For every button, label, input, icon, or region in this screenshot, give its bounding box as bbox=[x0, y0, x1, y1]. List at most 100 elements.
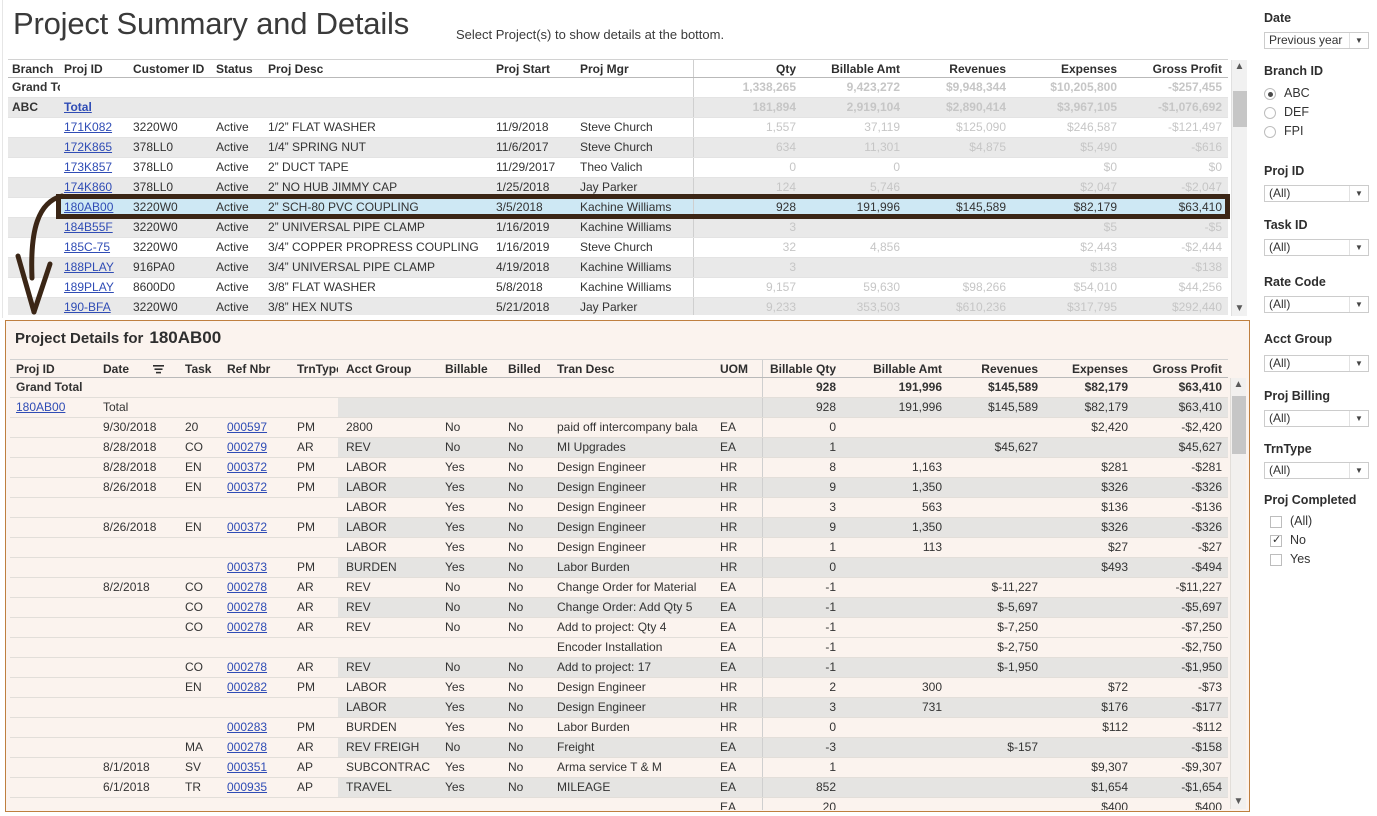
table-row[interactable]: 188PLAY916PA0Active3/4” UNIVERSAL PIPE C… bbox=[8, 258, 1228, 278]
table-row[interactable]: CO000278ARREVNoNoAdd to project: 17EA-1$… bbox=[10, 658, 1228, 678]
table-row[interactable]: 8/26/2018EN000372PMLABORYesNoDesign Engi… bbox=[10, 478, 1228, 498]
link-ref_nbr[interactable]: 000372 bbox=[227, 460, 267, 474]
column-header-tran_desc[interactable]: Tran Desc bbox=[552, 360, 712, 377]
chevron-down-icon[interactable]: ▼ bbox=[1349, 297, 1368, 312]
chevron-down-icon[interactable]: ▼ bbox=[1349, 463, 1368, 478]
filter-proj-completed-yes[interactable]: Yes bbox=[1270, 553, 1377, 568]
table-row[interactable]: 174K860378LL0Active2” NO HUB JIMMY CAP1/… bbox=[8, 178, 1228, 198]
filter-rate-code-select[interactable]: (All) ▼ bbox=[1264, 296, 1369, 313]
filter-proj-completed-all[interactable]: (All) bbox=[1270, 515, 1377, 530]
filter-branch-radio-def[interactable]: DEF bbox=[1264, 106, 1374, 121]
link-ref_nbr[interactable]: 000278 bbox=[227, 620, 267, 634]
column-header-trntype[interactable]: TrnType bbox=[290, 360, 338, 377]
filter-task-id-select[interactable]: (All) ▼ bbox=[1264, 239, 1369, 256]
column-header-gross_profit[interactable]: Gross Profit bbox=[1134, 360, 1228, 377]
link-ref_nbr[interactable]: 000278 bbox=[227, 580, 267, 594]
column-header-expenses[interactable]: Expenses bbox=[1044, 360, 1134, 377]
link-ref_nbr[interactable]: 000373 bbox=[227, 560, 267, 574]
table-row[interactable]: EN000282PMLABORYesNoDesign EngineerHR230… bbox=[10, 678, 1228, 698]
scroll-up-icon[interactable]: ▲ bbox=[1232, 60, 1247, 74]
link-proj_id[interactable]: 180AB00 bbox=[16, 400, 65, 414]
table-row[interactable]: 8/1/2018SV000351APSUBCONTRACYesNoArma se… bbox=[10, 758, 1228, 778]
scrollbar-thumb[interactable] bbox=[1232, 396, 1246, 454]
table-row[interactable]: 8/28/2018EN000372PMLABORYesNoDesign Engi… bbox=[10, 458, 1228, 478]
table-row[interactable]: 8/2/2018CO000278ARREVNoNoChange Order fo… bbox=[10, 578, 1228, 598]
column-header-qty[interactable]: Qty bbox=[693, 60, 802, 77]
link-proj_id[interactable]: 171K082 bbox=[64, 120, 112, 134]
column-header-proj_id[interactable]: Proj ID bbox=[10, 360, 100, 377]
filter-branch-radio-fpi[interactable]: FPI bbox=[1264, 125, 1374, 140]
link-ref_nbr[interactable]: 000278 bbox=[227, 600, 267, 614]
table-row[interactable]: 172K865378LL0Active1/4” SPRING NUT11/6/2… bbox=[8, 138, 1228, 158]
chevron-down-icon[interactable]: ▼ bbox=[1349, 356, 1368, 371]
filter-branch-radio-abc[interactable]: ABC bbox=[1264, 87, 1374, 102]
table-row[interactable]: Grand Total928191,996$145,589$82,179$63,… bbox=[10, 378, 1228, 398]
chevron-down-icon[interactable]: ▼ bbox=[1349, 33, 1368, 48]
table-row[interactable]: 8/28/2018CO000279ARREVNoNoMI UpgradesEA1… bbox=[10, 438, 1228, 458]
column-header-proj_mgr[interactable]: Proj Mgr bbox=[574, 60, 693, 77]
link-ref_nbr[interactable]: 000935 bbox=[227, 780, 267, 794]
summary-scrollbar[interactable]: ▲ ▼ bbox=[1231, 60, 1247, 316]
link-ref_nbr[interactable]: 000278 bbox=[227, 740, 267, 754]
link-ref_nbr[interactable]: 000372 bbox=[227, 520, 267, 534]
filter-acct-group-select[interactable]: (All) ▼ bbox=[1264, 355, 1369, 372]
column-header-status[interactable]: Status bbox=[212, 60, 264, 77]
table-row[interactable]: LABORYesNoDesign EngineerHR3731$176-$177 bbox=[10, 698, 1228, 718]
table-row[interactable]: 190-BFA3220W0Active3/8” HEX NUTS5/21/201… bbox=[8, 298, 1228, 315]
link-proj_id[interactable]: Total bbox=[64, 100, 92, 114]
column-header-task[interactable]: Task bbox=[178, 360, 222, 377]
column-header-billable_amt[interactable]: Billable Amt bbox=[802, 60, 906, 77]
table-row[interactable]: 189PLAY8600D0Active3/8” FLAT WASHER5/8/2… bbox=[8, 278, 1228, 298]
link-ref_nbr[interactable]: 000372 bbox=[227, 480, 267, 494]
table-row[interactable]: 180AB00Total928191,996$145,589$82,179$63… bbox=[10, 398, 1228, 418]
column-header-uom[interactable]: UOM bbox=[712, 360, 762, 377]
column-header-date[interactable]: Date bbox=[100, 360, 178, 377]
link-proj_id[interactable]: 172K865 bbox=[64, 140, 112, 154]
filter-proj-completed-no[interactable]: No bbox=[1270, 534, 1377, 549]
chevron-down-icon[interactable]: ▼ bbox=[1349, 240, 1368, 255]
detail-scrollbar[interactable]: ▲ ▼ bbox=[1230, 378, 1246, 809]
table-row[interactable]: 000373PMBURDENYesNoLabor BurdenHR0$493-$… bbox=[10, 558, 1228, 578]
table-row[interactable]: 180AB003220W0Active2” SCH-80 PVC COUPLIN… bbox=[8, 198, 1228, 218]
column-header-acct_group[interactable]: Acct Group bbox=[338, 360, 440, 377]
table-row[interactable]: 171K0823220W0Active1/2” FLAT WASHER11/9/… bbox=[8, 118, 1228, 138]
column-header-billable[interactable]: Billable bbox=[440, 360, 500, 377]
link-ref_nbr[interactable]: 000278 bbox=[227, 660, 267, 674]
filter-proj-billing-select[interactable]: (All) ▼ bbox=[1264, 410, 1369, 427]
table-row[interactable]: CO000278ARREVNoNoChange Order: Add Qty 5… bbox=[10, 598, 1228, 618]
chevron-down-icon[interactable]: ▼ bbox=[1349, 411, 1368, 426]
table-row[interactable]: 000283PMBURDENYesNoLabor BurdenHR0$112-$… bbox=[10, 718, 1228, 738]
scroll-up-icon[interactable]: ▲ bbox=[1231, 378, 1246, 392]
link-ref_nbr[interactable]: 000351 bbox=[227, 760, 267, 774]
table-row[interactable]: MA000278ARREV FREIGHNoNoFreightEA-3$-157… bbox=[10, 738, 1228, 758]
table-row[interactable]: 8/26/2018EN000372PMLABORYesNoDesign Engi… bbox=[10, 518, 1228, 538]
column-header-ref_nbr[interactable]: Ref Nbr bbox=[222, 360, 290, 377]
table-row[interactable]: 185C-753220W0Active3/4” COPPER PROPRESS … bbox=[8, 238, 1228, 258]
column-header-proj_id[interactable]: Proj ID bbox=[60, 60, 130, 77]
scroll-down-icon[interactable]: ▼ bbox=[1231, 795, 1246, 809]
table-row[interactable]: LABORYesNoDesign EngineerHR1113$27-$27 bbox=[10, 538, 1228, 558]
detail-rows[interactable]: Grand Total928191,996$145,589$82,179$63,… bbox=[10, 378, 1228, 810]
column-header-start_date[interactable]: Proj Start Date bbox=[492, 60, 574, 77]
table-row[interactable]: 184B55F3220W0Active2” UNIVERSAL PIPE CLA… bbox=[8, 218, 1228, 238]
column-header-customer_id[interactable]: Customer ID bbox=[130, 60, 212, 77]
link-proj_id[interactable]: 173K857 bbox=[64, 160, 112, 174]
table-row[interactable]: Encoder InstallationEA-1$-2,750-$2,750 bbox=[10, 638, 1228, 658]
scroll-down-icon[interactable]: ▼ bbox=[1232, 302, 1247, 316]
summary-rows[interactable]: Grand Total1,338,2659,423,272$9,948,344$… bbox=[8, 78, 1228, 315]
scrollbar-thumb[interactable] bbox=[1233, 91, 1247, 127]
column-header-proj_desc[interactable]: Proj Desc bbox=[264, 60, 492, 77]
filter-date-select[interactable]: Previous year ▼ bbox=[1264, 32, 1369, 49]
column-header-billable_qty[interactable]: Billable Qty bbox=[762, 360, 842, 377]
table-row[interactable]: LABORYesNoDesign EngineerHR3563$136-$136 bbox=[10, 498, 1228, 518]
table-row[interactable]: CO000278ARREVNoNoAdd to project: Qty 4EA… bbox=[10, 618, 1228, 638]
column-header-billable_amt[interactable]: Billable Amt bbox=[842, 360, 948, 377]
column-header-branch[interactable]: Branch bbox=[8, 60, 60, 77]
table-row[interactable]: ABCTotal181,8942,919,104$2,890,414$3,967… bbox=[8, 98, 1228, 118]
table-row[interactable]: 9/30/201820000597PM2800NoNopaid off inte… bbox=[10, 418, 1228, 438]
filter-proj-id-select[interactable]: (All) ▼ bbox=[1264, 185, 1369, 202]
table-row[interactable]: 173K857378LL0Active2” DUCT TAPE11/29/201… bbox=[8, 158, 1228, 178]
table-row[interactable]: EA20$400$400 bbox=[10, 798, 1228, 810]
column-header-expenses[interactable]: Expenses bbox=[1012, 60, 1123, 77]
link-ref_nbr[interactable]: 000283 bbox=[227, 720, 267, 734]
